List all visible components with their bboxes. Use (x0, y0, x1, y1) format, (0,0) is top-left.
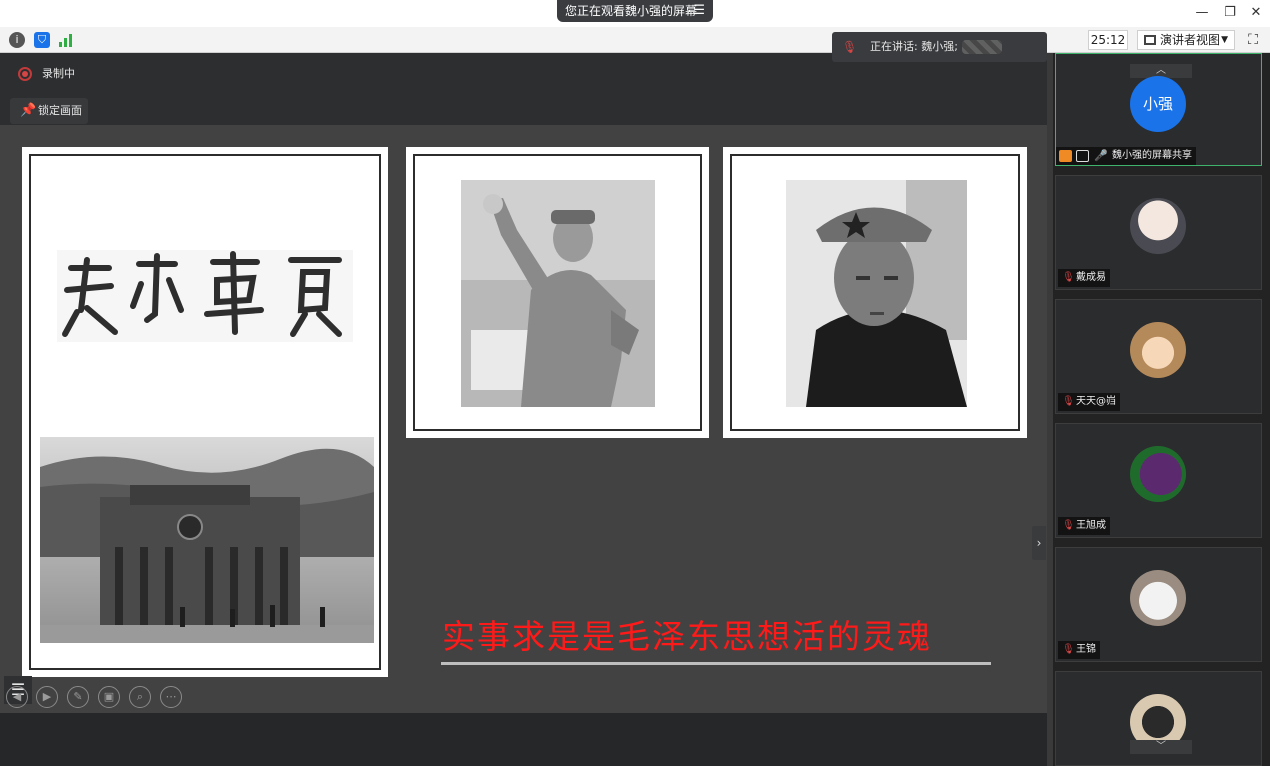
avatar (1130, 322, 1186, 378)
lock-view-button[interactable]: 📌 锁定画面 (10, 98, 88, 124)
slides-icon[interactable]: ▣ (98, 686, 120, 708)
participant-name-bar: 🎙 天天@岿 (1058, 393, 1120, 411)
image-frame-left (22, 147, 388, 677)
avatar (1130, 198, 1186, 254)
more-icon[interactable]: ⋯ (160, 686, 182, 708)
participant-name: 魏小强的屏幕共享 (1112, 150, 1192, 161)
hamburger-icon[interactable]: ☰ (693, 0, 705, 22)
minimize-icon[interactable]: — (1190, 4, 1214, 22)
recording-icon (18, 67, 32, 81)
caption-underline (441, 662, 991, 665)
participant-name: 戴成易 (1076, 272, 1106, 283)
view-mode-button[interactable]: 演讲者视图 ▼ (1137, 30, 1235, 50)
layout-icon (1144, 35, 1156, 45)
active-speaker-label: 正在讲话: 魏小强; (870, 40, 958, 53)
bottom-tool-strip (0, 713, 1047, 766)
portrait-speech-photo (461, 180, 655, 407)
toolbar: i ⛉ 25:12 演讲者视图 ▼ ⛶ (0, 27, 1270, 53)
calligraphy-image (57, 250, 353, 342)
mic-muted-icon: 🎙 (1062, 520, 1075, 531)
participant-name-bar: 🎙 王锦 (1058, 641, 1100, 659)
participant-tile-presenter[interactable]: ︿ 小强 🎤 魏小强的屏幕共享 (1055, 53, 1262, 166)
participant-name: 天天@岿 (1076, 396, 1116, 407)
participant-tile[interactable]: 🎙 戴成易 (1055, 175, 1262, 290)
participant-tile[interactable]: 🎙 王锦 (1055, 547, 1262, 662)
shared-screen-stage: 录制中 📌 锁定画面 实事求是是毛泽东思想活的灵魂 › ☰ ◀ ▶ ✎ ▣ ⌕ … (0, 53, 1047, 766)
participant-name-bar: 🎙 王旭成 (1058, 517, 1110, 535)
recording-indicator: 录制中 (18, 67, 75, 81)
close-icon[interactable]: ✕ (1244, 4, 1268, 22)
pin-icon: 📌 (20, 103, 37, 118)
active-speaker-bar: 🎙 正在讲话: 魏小强; (832, 32, 1047, 62)
prev-icon[interactable]: ◀ (6, 686, 28, 708)
share-banner[interactable]: 您正在观看魏小强的屏幕 ☰ (557, 0, 713, 22)
avatar (1130, 446, 1186, 502)
screen-share-icon (1076, 150, 1089, 162)
lock-view-label: 锁定画面 (38, 104, 82, 117)
participant-tile[interactable]: 🎙 天天@岿 (1055, 299, 1262, 414)
title-bar: 您正在观看魏小强的屏幕 ☰ — ❐ ✕ (0, 0, 1270, 27)
participant-name-bar: 🎤 魏小强的屏幕共享 (1056, 147, 1196, 165)
participant-tile[interactable]: 🎙 王旭成 (1055, 423, 1262, 538)
fullscreen-icon[interactable]: ⛶ (1244, 31, 1262, 49)
mic-muted-icon: 🎙 (1062, 396, 1075, 407)
participant-name: 王锦 (1076, 644, 1096, 655)
zoom-icon[interactable]: ⌕ (129, 686, 151, 708)
participant-name-bar: 🎙 戴成易 (1058, 269, 1110, 287)
chevron-down-icon[interactable]: ﹀ (1130, 740, 1192, 754)
restore-icon[interactable]: ❐ (1218, 4, 1242, 22)
participant-name: 王旭成 (1076, 520, 1106, 531)
image-frame-middle (406, 147, 709, 438)
meeting-timer: 25:12 (1088, 30, 1128, 50)
chevron-down-icon: ▼ (1221, 35, 1228, 45)
shield-icon[interactable]: ⛉ (34, 32, 50, 48)
image-frame-right (723, 147, 1027, 438)
view-mode-label: 演讲者视图 (1160, 33, 1221, 47)
redacted-area (962, 40, 1002, 54)
mic-on-icon: 🎤 (1094, 149, 1108, 162)
mic-muted-icon: 🎙 (842, 40, 858, 54)
participant-tile[interactable]: ﹀ (1055, 671, 1262, 766)
info-icon[interactable]: i (9, 32, 25, 48)
host-icon (1059, 150, 1072, 162)
avatar: 小强 (1130, 76, 1186, 132)
mic-muted-icon: 🎙 (1062, 644, 1075, 655)
play-icon[interactable]: ▶ (36, 686, 58, 708)
yanan-building-photo (40, 437, 374, 643)
share-title: 您正在观看魏小强的屏幕 (565, 4, 698, 18)
signal-icon[interactable] (58, 32, 74, 48)
sidebar-toggle-button[interactable]: › (1032, 526, 1046, 560)
slide-caption: 实事求是是毛泽东思想活的灵魂 (442, 617, 932, 656)
recording-label: 录制中 (42, 67, 75, 80)
portrait-cap-photo (786, 180, 967, 407)
presentation-slide: 实事求是是毛泽东思想活的灵魂 › (0, 125, 1047, 713)
mic-muted-icon: 🎙 (1062, 272, 1075, 283)
avatar (1130, 570, 1186, 626)
pen-icon[interactable]: ✎ (67, 686, 89, 708)
